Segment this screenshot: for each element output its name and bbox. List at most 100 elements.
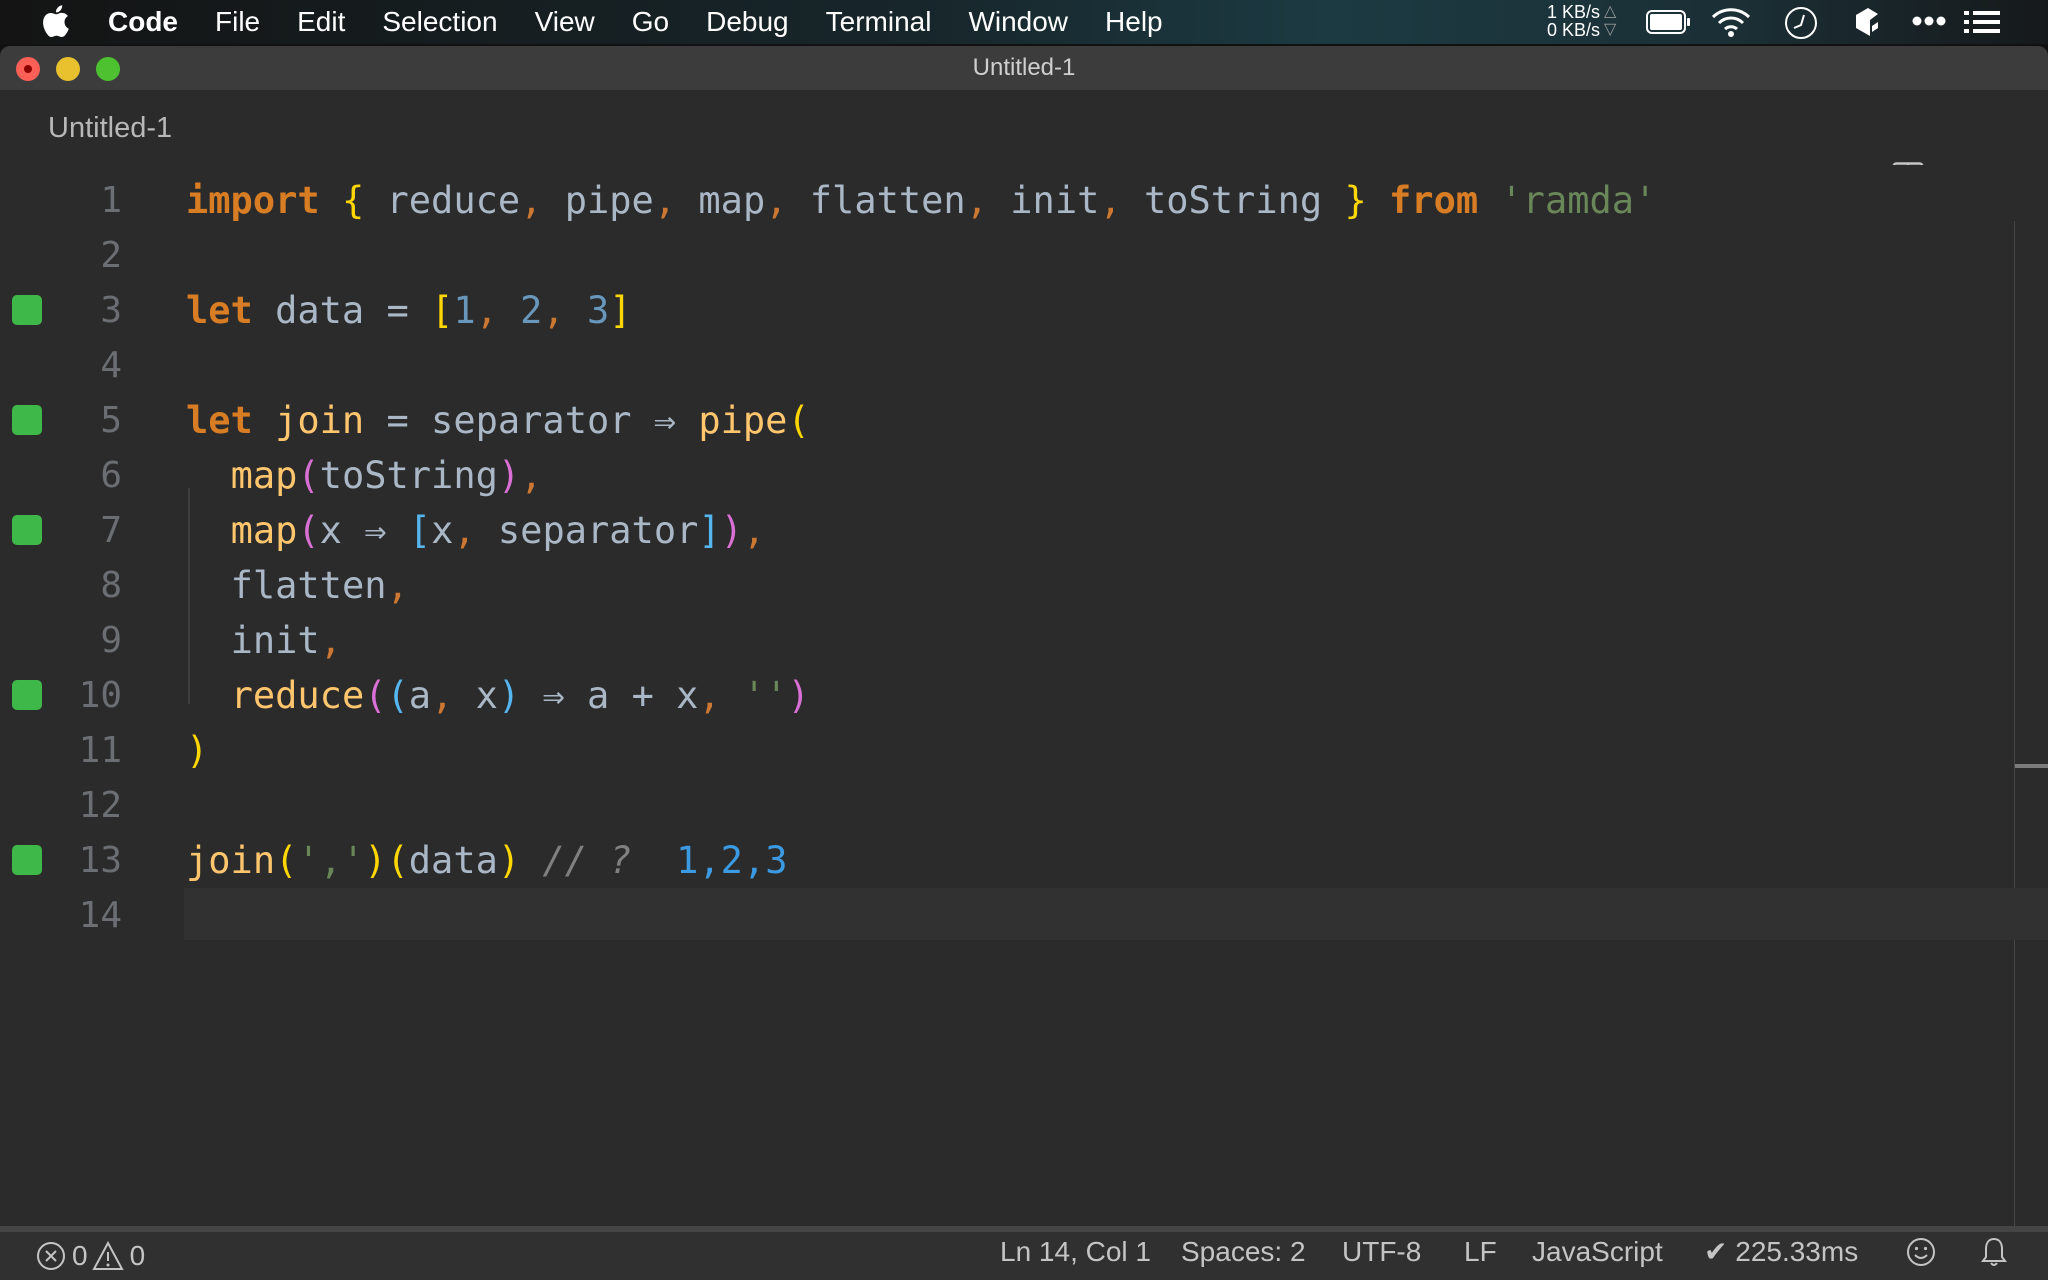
identifier: flatten	[809, 179, 966, 222]
code-editor[interactable]: 1 import { reduce, pipe, map, flatten, i…	[0, 165, 2048, 1231]
function-call: reduce	[230, 674, 365, 717]
line-number: 10	[78, 675, 122, 716]
code-line: 13 join(',')(data) // ? 1,2,3	[0, 833, 2048, 888]
menu-edit[interactable]: Edit	[297, 6, 345, 38]
line-content: let data = [1, 2, 3]	[186, 289, 632, 332]
network-arrows-icon: △ ▽	[1604, 3, 1617, 38]
menu-view[interactable]: View	[535, 6, 595, 38]
window-title: Untitled-1	[972, 54, 1076, 81]
line-number: 4	[100, 345, 122, 386]
wifi-icon[interactable]	[1710, 6, 1752, 38]
more-icon[interactable]	[1912, 14, 1946, 28]
code-line: 10 reduce((a, x) ⇒ a + x, '')	[0, 668, 2048, 723]
menu-bar: Code File Edit Selection View Go Debug T…	[0, 0, 2048, 44]
menu-file[interactable]: File	[215, 6, 260, 38]
code-line: 7 map(x ⇒ [x, separator]),	[0, 503, 2048, 558]
current-line-highlight	[184, 888, 2048, 940]
code-line: 12	[0, 778, 2048, 833]
code-line: 5 let join = separator ⇒ pipe(	[0, 393, 2048, 448]
line-number: 2	[100, 235, 122, 276]
coverage-marker-icon	[12, 295, 42, 325]
line-number: 14	[78, 895, 122, 936]
coverage-marker-icon	[12, 680, 42, 710]
line-content: reduce((a, x) ⇒ a + x, '')	[230, 674, 810, 717]
line-number: 5	[100, 400, 122, 441]
coverage-marker-icon	[12, 515, 42, 545]
menu-go[interactable]: Go	[632, 6, 669, 38]
indentation[interactable]: Spaces: 2	[1181, 1232, 1306, 1272]
comment: // ?	[542, 839, 632, 882]
coverage-marker-icon	[12, 845, 42, 875]
line-content: )	[186, 729, 209, 772]
encoding[interactable]: UTF-8	[1342, 1232, 1421, 1272]
error-count: 0	[72, 1240, 88, 1271]
code-line: 1 import { reduce, pipe, map, flatten, i…	[0, 173, 2048, 228]
line-number: 12	[78, 785, 122, 826]
code-line: 4	[0, 338, 2048, 393]
menu-app-code[interactable]: Code	[108, 6, 178, 38]
error-icon	[37, 1242, 65, 1270]
number-literal: 3	[587, 289, 610, 332]
code-line: 6 map(toString),	[0, 448, 2048, 503]
dropbox-icon[interactable]	[1852, 6, 1882, 40]
feedback-smiley-icon[interactable]	[1906, 1236, 1936, 1268]
line-number: 11	[78, 730, 122, 771]
tab-untitled-1[interactable]: Untitled-1	[48, 112, 172, 145]
problems-indicator[interactable]: 0 0	[36, 1240, 145, 1272]
brace-close: }	[1344, 179, 1367, 222]
identifier: map	[698, 179, 766, 222]
line-content: map(toString),	[230, 454, 543, 497]
warning-count: 0	[129, 1240, 146, 1271]
line-ending[interactable]: LF	[1464, 1232, 1497, 1272]
line-number: 7	[100, 510, 122, 551]
status-bar: 0 0 Ln 14, Col 1 Spaces: 2 UTF-8 LF Java…	[0, 1226, 2048, 1280]
keyword-let: let	[186, 399, 253, 442]
line-content: init,	[230, 619, 342, 662]
identifier: reduce	[386, 179, 521, 222]
line-content: import { reduce, pipe, map, flatten, ini…	[186, 179, 1657, 222]
code-line: 11 )	[0, 723, 2048, 778]
clock-icon[interactable]	[1784, 6, 1818, 40]
code-line: 9 init,	[0, 613, 2048, 668]
quokka-timing[interactable]: ✔ 225.33ms	[1704, 1232, 1858, 1272]
string-literal: 'ramda'	[1500, 179, 1657, 222]
function-call: map	[230, 509, 298, 552]
number-literal: 2	[520, 289, 543, 332]
menu-window[interactable]: Window	[968, 6, 1068, 38]
code-line-current: 14	[0, 888, 2048, 943]
network-download: 0 KB/s	[1546, 20, 1600, 40]
brace-open: {	[341, 179, 365, 222]
keyword-let: let	[186, 289, 253, 332]
menu-terminal[interactable]: Terminal	[826, 6, 932, 38]
line-content: join(',')(data) // ? 1,2,3	[186, 839, 788, 882]
list-icon[interactable]	[1964, 10, 2000, 34]
code-line: 8 flatten,	[0, 558, 2048, 613]
apple-icon[interactable]	[40, 4, 70, 38]
language-mode[interactable]: JavaScript	[1532, 1232, 1663, 1272]
number-literal: 1	[453, 289, 476, 332]
vscode-window: Untitled-1 Untitled-1 1 import { reduce,…	[0, 46, 2048, 1280]
menu-selection[interactable]: Selection	[382, 6, 497, 38]
line-number: 9	[100, 620, 122, 661]
title-bar[interactable]: Untitled-1	[0, 46, 2048, 90]
menu-debug[interactable]: Debug	[706, 6, 789, 38]
coverage-marker-icon	[12, 405, 42, 435]
function-call: pipe	[698, 399, 788, 442]
cursor-position[interactable]: Ln 14, Col 1	[1000, 1232, 1151, 1272]
line-number: 6	[100, 455, 122, 496]
line-number: 13	[78, 840, 122, 881]
line-number: 8	[100, 565, 122, 606]
code-line: 3 let data = [1, 2, 3]	[0, 283, 2048, 338]
warning-icon	[91, 1241, 124, 1270]
notifications-bell-icon[interactable]	[1980, 1236, 2008, 1268]
line-content: flatten,	[230, 564, 409, 607]
menu-help[interactable]: Help	[1105, 6, 1163, 38]
battery-icon[interactable]	[1646, 10, 1692, 34]
function-call: map	[230, 454, 298, 497]
code-line: 2	[0, 228, 2048, 283]
line-content: let join = separator ⇒ pipe(	[186, 399, 810, 442]
function-call: join	[186, 839, 276, 882]
identifier: toString	[1143, 179, 1323, 222]
network-monitor[interactable]: 1 KB/s 0 KB/s	[1542, 3, 1600, 39]
keyword-import: import	[186, 179, 320, 222]
